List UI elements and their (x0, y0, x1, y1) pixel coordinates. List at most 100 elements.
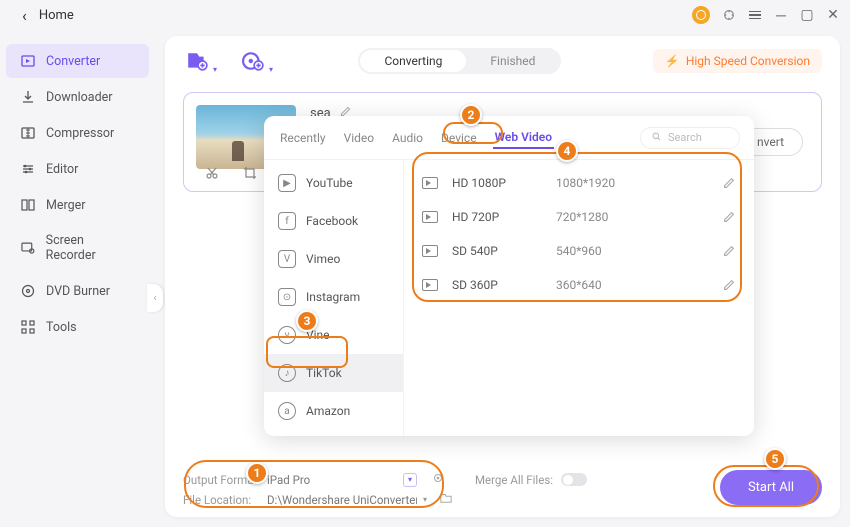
file-location-label: File Location: (183, 493, 261, 507)
compressor-icon (20, 125, 36, 141)
instagram-icon: ⊙ (278, 288, 296, 306)
callout-2: 2 (460, 104, 482, 126)
youtube-icon: ▶ (278, 174, 296, 192)
video-file-icon (422, 279, 438, 291)
sidebar-collapse-handle[interactable]: ‹ (147, 284, 163, 312)
editor-icon (20, 161, 36, 177)
add-dvd-button[interactable]: ▾ (239, 50, 267, 72)
sidebar-item-dvd-burner[interactable]: DVD Burner (6, 274, 149, 308)
vine-icon: v (278, 326, 296, 344)
amazon-icon: a (278, 402, 296, 420)
platform-amazon[interactable]: aAmazon (264, 392, 403, 430)
crop-icon[interactable] (242, 165, 258, 181)
edit-preset-icon[interactable] (722, 278, 736, 292)
edit-preset-icon[interactable] (722, 244, 736, 258)
sidebar: Converter Downloader Compressor Editor M… (0, 36, 155, 527)
sidebar-item-label: Editor (46, 162, 78, 177)
platform-youtube[interactable]: ▶YouTube (264, 164, 403, 202)
add-file-button[interactable]: ▾ (183, 50, 211, 72)
tools-icon (20, 319, 36, 335)
support-icon[interactable] (722, 8, 736, 22)
top-toolbar: ▾ ▾ Converting Finished High Speed Conve… (165, 36, 840, 86)
trim-icon[interactable] (204, 165, 220, 181)
facebook-icon: f (278, 212, 296, 230)
platform-vine[interactable]: vVine (264, 316, 403, 354)
tab-converting[interactable]: Converting (360, 50, 466, 72)
sidebar-item-label: Compressor (46, 126, 114, 141)
sidebar-item-merger[interactable]: Merger (6, 188, 149, 222)
start-all-button[interactable]: Start All (720, 470, 822, 505)
minimize-button[interactable]: ─ (774, 8, 788, 22)
menu-icon[interactable] (748, 8, 762, 22)
sidebar-item-converter[interactable]: Converter (6, 44, 149, 78)
hsc-label: High Speed Conversion (686, 54, 810, 68)
maximize-button[interactable]: ▢ (800, 8, 814, 22)
popover-tab-web-video[interactable]: Web Video (493, 126, 554, 149)
popover-search[interactable]: Search (640, 127, 740, 149)
sidebar-item-label: Merger (46, 198, 86, 213)
merge-label: Merge All Files: (475, 473, 553, 487)
back-button[interactable]: ‹ (22, 6, 27, 25)
resolution-sd-540p[interactable]: SD 540P 540*960 (414, 234, 744, 268)
browse-folder-icon[interactable] (439, 492, 453, 507)
platform-instagram[interactable]: ⊙Instagram (264, 278, 403, 316)
home-label[interactable]: Home (39, 8, 74, 23)
callout-1: 1 (246, 462, 268, 484)
titlebar-left: ‹ Home (10, 6, 74, 25)
callout-3: 3 (296, 310, 318, 332)
platform-facebook[interactable]: fFacebook (264, 202, 403, 240)
platform-vimeo[interactable]: VVimeo (264, 240, 403, 278)
file-location-value: D:\Wondershare UniConverter 1 (267, 493, 417, 507)
file-location-dropdown[interactable]: ▾ (423, 495, 427, 504)
sidebar-item-downloader[interactable]: Downloader (6, 80, 149, 114)
tiktok-icon: ♪ (278, 364, 296, 382)
sidebar-item-tools[interactable]: Tools (6, 310, 149, 344)
popover-tabs: Recently Video Audio Device Web Video Se… (264, 116, 754, 160)
merge-toggle[interactable] (561, 473, 587, 486)
sidebar-item-label: Downloader (46, 90, 113, 105)
sidebar-item-compressor[interactable]: Compressor (6, 116, 149, 150)
close-button[interactable]: ✕ (826, 8, 840, 22)
sidebar-item-screen-recorder[interactable]: Screen Recorder (6, 224, 149, 272)
titlebar-right: ─ ▢ ✕ (692, 6, 840, 24)
format-popover: Recently Video Audio Device Web Video Se… (264, 116, 754, 436)
bolt-icon (665, 54, 680, 68)
popover-tab-video[interactable]: Video (342, 127, 377, 149)
resolution-hd-1080p[interactable]: HD 1080P 1080*1920 (414, 166, 744, 200)
popover-tab-recently[interactable]: Recently (278, 127, 328, 149)
popover-tab-audio[interactable]: Audio (390, 127, 425, 149)
tab-finished[interactable]: Finished (466, 50, 559, 72)
output-format-dropdown[interactable]: ▾ (403, 473, 417, 487)
avatar-icon[interactable] (692, 6, 710, 24)
dvd-icon (20, 283, 36, 299)
popover-tab-device[interactable]: Device (439, 127, 479, 149)
sidebar-item-editor[interactable]: Editor (6, 152, 149, 186)
high-speed-conversion-button[interactable]: High Speed Conversion (653, 49, 822, 73)
edit-preset-icon[interactable] (722, 210, 736, 224)
downloader-icon (20, 89, 36, 105)
resolution-list: HD 1080P 1080*1920 HD 720P 720*1280 SD 5… (404, 160, 754, 436)
output-settings-icon[interactable] (431, 471, 445, 488)
vimeo-icon: V (278, 250, 296, 268)
sidebar-item-label: DVD Burner (46, 284, 110, 299)
search-icon (651, 131, 662, 145)
edit-preset-icon[interactable] (722, 176, 736, 190)
titlebar: ‹ Home ─ ▢ ✕ (0, 0, 850, 30)
video-file-icon (422, 211, 438, 223)
merge-all-files: Merge All Files: (475, 473, 587, 487)
status-tabs: Converting Finished (358, 48, 561, 74)
sidebar-item-label: Tools (46, 320, 77, 335)
screen-recorder-icon (20, 240, 36, 256)
popover-body: ▶YouTube fFacebook VVimeo ⊙Instagram vVi… (264, 160, 754, 436)
video-file-icon (422, 177, 438, 189)
platform-ebay[interactable]: ebayeBay (264, 430, 403, 436)
converter-icon (20, 53, 36, 69)
callout-4: 4 (556, 140, 578, 162)
platform-tiktok[interactable]: ♪TikTok (264, 354, 403, 392)
sidebar-item-label: Screen Recorder (46, 233, 135, 263)
resolution-sd-360p[interactable]: SD 360P 360*640 (414, 268, 744, 302)
platform-list: ▶YouTube fFacebook VVimeo ⊙Instagram vVi… (264, 160, 404, 436)
callout-5: 5 (764, 448, 786, 470)
resolution-hd-720p[interactable]: HD 720P 720*1280 (414, 200, 744, 234)
file-tools (204, 165, 258, 181)
